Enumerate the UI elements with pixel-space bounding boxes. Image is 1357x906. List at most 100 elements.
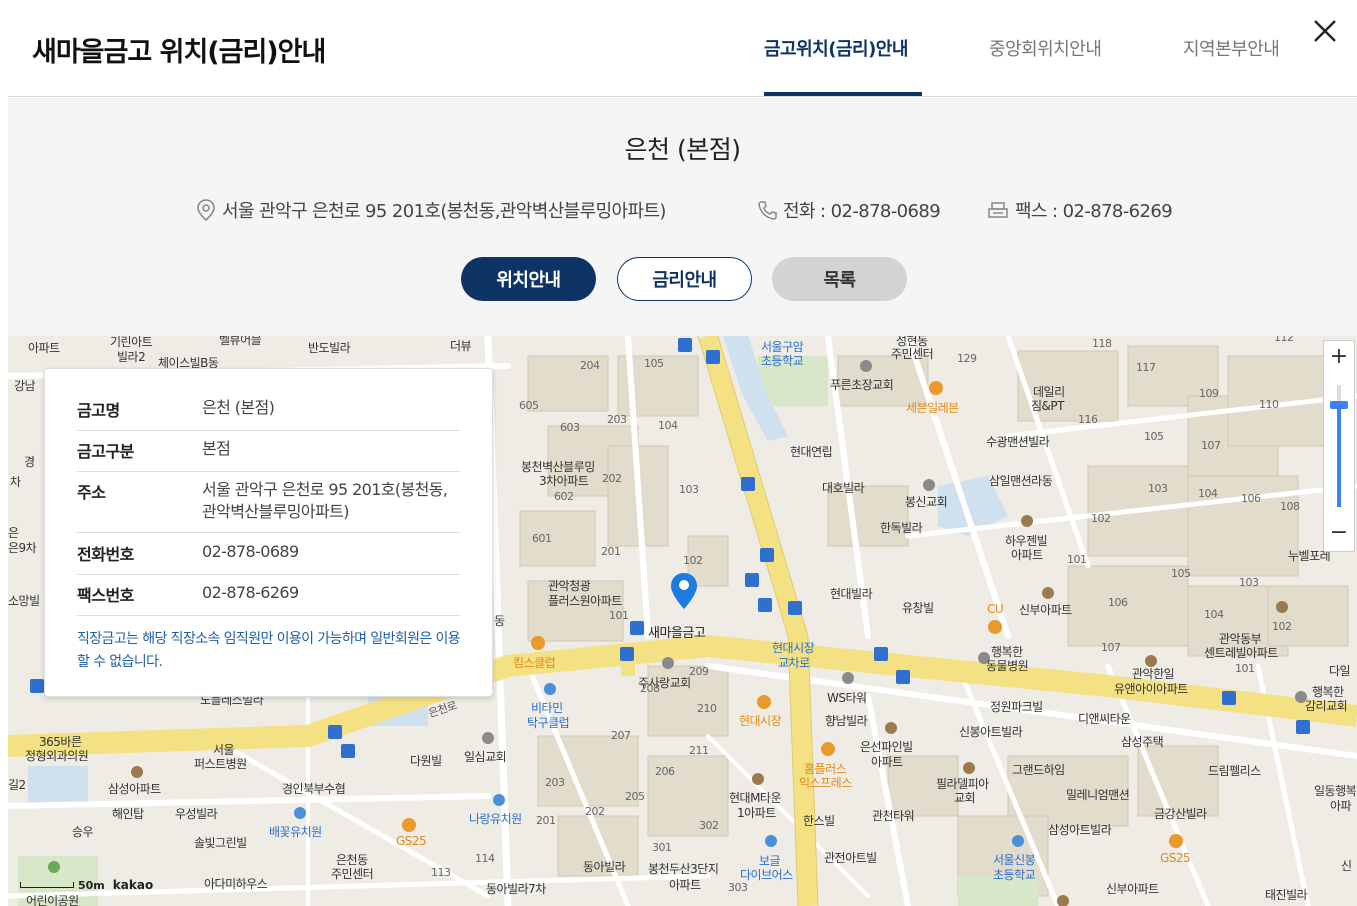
active-tab-indicator xyxy=(764,92,922,96)
building-number: 201 xyxy=(601,545,621,558)
map-label: 삼일맨션라동 xyxy=(989,474,1053,488)
building-number: 205 xyxy=(625,790,645,803)
map-label: 아파트 xyxy=(669,878,701,892)
building-number: 211 xyxy=(689,744,709,757)
map-label: 한독빌라 xyxy=(880,521,923,535)
map-label: 익스프레스 xyxy=(799,776,852,790)
rate-button[interactable]: 금리안내 xyxy=(617,257,752,301)
map-label: 금강산빌라 xyxy=(1154,807,1207,821)
building-number: 102 xyxy=(683,554,703,567)
map-label: 반도빌라 xyxy=(308,341,351,355)
map-label: 감리교회 xyxy=(1305,699,1348,713)
zoom-slider-handle[interactable] xyxy=(1330,401,1348,409)
building-number: 117 xyxy=(1136,361,1156,374)
map-provider-logo: kakao xyxy=(112,878,154,892)
building-number: 203 xyxy=(607,413,627,426)
map-label: CU xyxy=(987,602,1004,616)
building-number: 103 xyxy=(1239,576,1259,589)
map-label: 유창빌 xyxy=(902,601,934,615)
map-label: 1아파트 xyxy=(737,806,776,820)
map-label: 아다미하우스 xyxy=(204,877,268,891)
map-label: 경 xyxy=(24,455,35,469)
branch-phone: 전화 : 02-878-0689 xyxy=(757,197,941,223)
map-label: 빌라2 xyxy=(117,350,146,364)
building-number: 202 xyxy=(602,472,622,485)
card-notice: 직장금고는 해당 직장소속 임직원만 이용이 가능하며 일반회원은 이용 할 수… xyxy=(77,631,461,670)
list-button[interactable]: 목록 xyxy=(772,257,907,301)
card-key: 금고구분 xyxy=(77,442,134,461)
building-number: 301 xyxy=(652,841,672,854)
building-number: 102 xyxy=(1272,620,1292,633)
map-label: 경인북부수협 xyxy=(282,782,346,796)
map-label: 주민센터 xyxy=(331,867,374,881)
building-number: 105 xyxy=(644,357,664,370)
card-row-type: 금고구분 본점 xyxy=(77,438,460,472)
building-number: 203 xyxy=(545,776,565,789)
map-label: 삼성아트빌라 xyxy=(1048,823,1112,837)
map-label: 아파트 xyxy=(1011,548,1043,562)
location-button[interactable]: 위치안내 xyxy=(461,257,596,301)
branch-name: 은천 (본점) xyxy=(624,135,741,164)
card-row-phone: 전화번호 02-878-0689 xyxy=(77,541,460,575)
location-pin-icon xyxy=(671,573,697,609)
map-label: 주민센터 xyxy=(891,347,934,361)
close-icon xyxy=(1314,20,1336,42)
map-label: 정형외과의원 xyxy=(25,749,89,763)
map-label: 현대빌라 xyxy=(830,587,873,601)
building-number: 113 xyxy=(431,866,451,879)
building-number: 108 xyxy=(1280,500,1300,513)
map-label: 삼성주택 xyxy=(1121,735,1164,749)
building-number: 210 xyxy=(697,702,717,715)
map-label: 다원빌 xyxy=(410,754,442,768)
map-label: 승우 xyxy=(72,825,94,839)
map-view[interactable]: 기린아트 빌라2 아파트 벨뷰어블 반도빌라 더뷰 체이스빌B동 강남 경 차 … xyxy=(8,336,1357,906)
map-label: 한스빌 xyxy=(803,814,835,828)
scale-text: 50m xyxy=(78,878,105,892)
map-label: 관전아트빌 xyxy=(824,851,877,865)
map-label: 동아빌라 xyxy=(583,860,626,874)
card-value: 서울 관악구 은천로 95 201호(봉천동,관악벽산블루밍아파트) xyxy=(202,480,448,521)
map-label: 정원파크빌 xyxy=(990,700,1043,714)
card-row-name: 금고명 은천 (본점) xyxy=(77,397,460,431)
map-label: 일심교회 xyxy=(464,750,507,764)
close-button[interactable] xyxy=(1310,16,1340,46)
fax-text: 팩스 : 02-878-6269 xyxy=(1015,201,1173,222)
map-label: 3차아파트 xyxy=(539,474,589,488)
map-label: 드림펠리스 xyxy=(1208,764,1261,778)
map-label: 초등학교 xyxy=(761,354,804,368)
tab-regional-office[interactable]: 지역본부안내 xyxy=(1183,35,1280,61)
branch-marker[interactable] xyxy=(669,571,699,617)
zoom-in-button[interactable]: + xyxy=(1324,343,1354,371)
branch-fax: 팩스 : 02-878-6269 xyxy=(987,197,1173,223)
building-number: 101 xyxy=(1235,662,1255,675)
map-label: 아파 xyxy=(1330,799,1352,813)
building-number: 202 xyxy=(585,805,605,818)
card-row-fax: 팩스번호 02-878-6269 xyxy=(77,582,460,616)
tab-branch-location[interactable]: 금고위치(금리)안내 xyxy=(764,35,908,61)
map-label: 그랜드하임 xyxy=(1012,763,1065,777)
map-label: 플러스원아파트 xyxy=(548,594,622,608)
building-number: 101 xyxy=(1067,553,1087,566)
building-number: 206 xyxy=(655,765,675,778)
phone-text: 전화 : 02-878-0689 xyxy=(783,201,941,222)
map-label: 어린이공원 xyxy=(26,894,79,906)
branch-address: 서울 관악구 은천로 95 201호(봉천동,관악벽산블루밍아파트) xyxy=(196,197,666,223)
building-number: 129 xyxy=(957,352,977,365)
building-number: 106 xyxy=(1241,492,1261,505)
map-label: GS25 xyxy=(1160,851,1191,865)
map-label: 더뷰 xyxy=(450,339,472,353)
zoom-out-button[interactable]: − xyxy=(1324,519,1354,547)
building-number: 603 xyxy=(560,421,580,434)
map-label: 동아빌라7차 xyxy=(486,882,546,896)
fax-icon xyxy=(988,202,1008,218)
building-number: 109 xyxy=(1199,387,1219,400)
map-label: WS타워 xyxy=(827,691,867,705)
map-label: 태진빌라 xyxy=(1265,888,1308,902)
map-label: GS25 xyxy=(396,834,427,848)
map-label: 관천타워 xyxy=(872,809,915,823)
tab-central-location[interactable]: 중앙회위치안내 xyxy=(989,35,1102,61)
map-label: 센트레빌아파트 xyxy=(1204,646,1278,660)
card-value: 02-878-0689 xyxy=(202,542,299,561)
building-number: 303 xyxy=(728,881,748,894)
building-number: 114 xyxy=(475,852,495,865)
